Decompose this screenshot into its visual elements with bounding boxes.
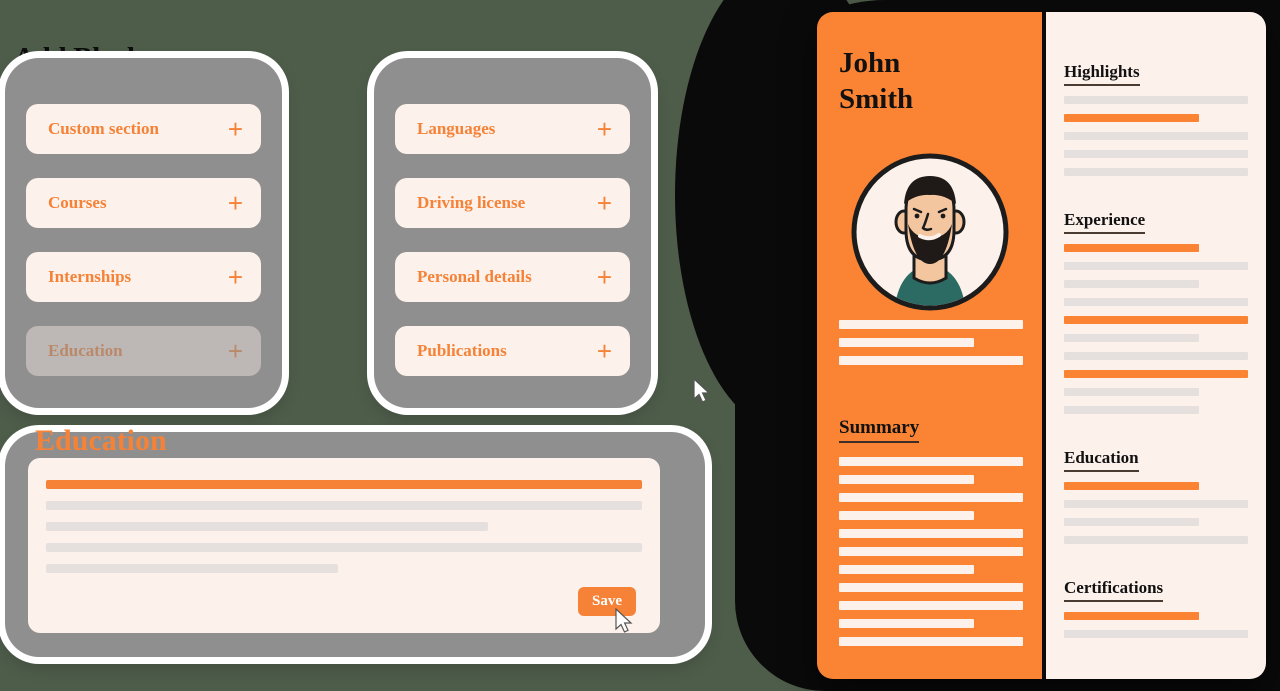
resume-summary-line: [839, 457, 1023, 466]
resume-contact-line: [839, 320, 1023, 329]
resume-sidebar: John Smith Summary: [817, 12, 1042, 679]
resume-contact-line: [839, 356, 1023, 365]
resume-summary-line: [839, 493, 1023, 502]
resume-summary-line: [839, 547, 1023, 556]
add-block-publications[interactable]: Publications +: [395, 326, 630, 376]
add-blocks-panel-right: Languages + Driving license + Personal detai…: [374, 58, 651, 408]
plus-icon[interactable]: +: [597, 116, 612, 142]
user-portrait-icon: [851, 153, 1009, 311]
resume-name: John Smith: [839, 45, 913, 118]
resume-body-line: [1064, 316, 1248, 324]
education-form-card[interactable]: Save: [28, 458, 660, 633]
resume-name-last: Smith: [839, 83, 914, 116]
resume-body-line: [1064, 96, 1248, 104]
resume-body-line: [1064, 114, 1199, 122]
resume-summary-line: [839, 565, 974, 574]
add-block-courses[interactable]: Courses +: [26, 178, 261, 228]
education-editor-panel: Save: [5, 432, 705, 657]
avatar: [850, 152, 1010, 312]
resume-summary-line: [839, 511, 974, 520]
plus-icon[interactable]: +: [228, 338, 243, 364]
resume-summary-line: [839, 601, 1023, 610]
resume-body-line: [1064, 352, 1248, 360]
block-label: Education: [48, 341, 123, 360]
resume-section-heading: Experience: [1064, 210, 1146, 234]
plus-icon[interactable]: +: [228, 190, 243, 216]
form-field-placeholder: [46, 543, 642, 552]
add-block-languages[interactable]: Languages +: [395, 104, 630, 154]
resume-body-line: [1064, 612, 1199, 620]
block-builder-area: Add Blocks Custom section+Courses+Intern…: [0, 0, 735, 691]
form-field-placeholder: [46, 564, 338, 573]
resume-body-line: [1064, 536, 1248, 544]
plus-icon[interactable]: +: [597, 338, 612, 364]
resume-body-line: [1064, 482, 1199, 490]
block-label: Internships: [48, 267, 132, 286]
resume-section-heading: Certifications: [1064, 578, 1164, 602]
resume-body-line: [1064, 132, 1248, 140]
resume-body-line: [1064, 298, 1248, 306]
resume-body-line: [1064, 518, 1199, 526]
education-section-title: Education: [35, 424, 167, 457]
resume-body-line: [1064, 334, 1199, 342]
resume-body-line: [1064, 280, 1199, 288]
block-label: Publications: [417, 341, 507, 360]
resume-main-column: Highlights Experience Education Certificati…: [1046, 12, 1266, 679]
add-block-driving-license[interactable]: Driving license +: [395, 178, 630, 228]
plus-icon[interactable]: +: [597, 190, 612, 216]
resume-section-heading: Highlights: [1064, 62, 1140, 86]
save-button[interactable]: Save: [578, 587, 636, 616]
resume-body-line: [1064, 500, 1248, 508]
resume-body-line: [1064, 262, 1248, 270]
plus-icon[interactable]: +: [597, 264, 612, 290]
resume-summary-line: [839, 583, 1023, 592]
resume-body-line: [1064, 630, 1248, 638]
resume-summary-line: [839, 637, 1023, 646]
plus-icon[interactable]: +: [228, 264, 243, 290]
resume-body-line: [1064, 244, 1199, 252]
form-field-placeholder: [46, 522, 488, 531]
resume-body-line: [1064, 168, 1248, 176]
form-field-placeholder: [46, 501, 642, 510]
block-label: Courses: [48, 193, 107, 212]
resume-body-line: [1064, 406, 1199, 414]
block-label: Personal details: [417, 267, 532, 286]
resume-summary-line: [839, 529, 1023, 538]
block-label: Driving license: [417, 193, 526, 212]
block-label: Custom section: [48, 119, 159, 138]
resume-summary-title: Summary: [839, 417, 920, 443]
form-field-placeholder: [46, 480, 642, 489]
add-blocks-panel-left: Custom section + Courses + Internships + Educa…: [5, 58, 282, 408]
resume-body-line: [1064, 370, 1248, 378]
add-block-internships[interactable]: Internships +: [26, 252, 261, 302]
resume-summary-line: [839, 619, 974, 628]
resume-summary-line: [839, 475, 974, 484]
resume-contact-line: [839, 338, 974, 347]
resume-name-first: John: [839, 47, 901, 79]
add-block-custom-section[interactable]: Custom section +: [26, 104, 261, 154]
resume-body-line: [1064, 388, 1199, 396]
add-block-education[interactable]: Education +: [26, 326, 261, 376]
block-label: Languages: [417, 119, 496, 138]
resume-section-heading: Education: [1064, 448, 1139, 472]
plus-icon[interactable]: +: [228, 116, 243, 142]
resume-body-line: [1064, 150, 1248, 158]
resume-preview[interactable]: John Smith Summary Highlights Experience…: [817, 12, 1266, 679]
add-block-personal-details[interactable]: Personal details +: [395, 252, 630, 302]
